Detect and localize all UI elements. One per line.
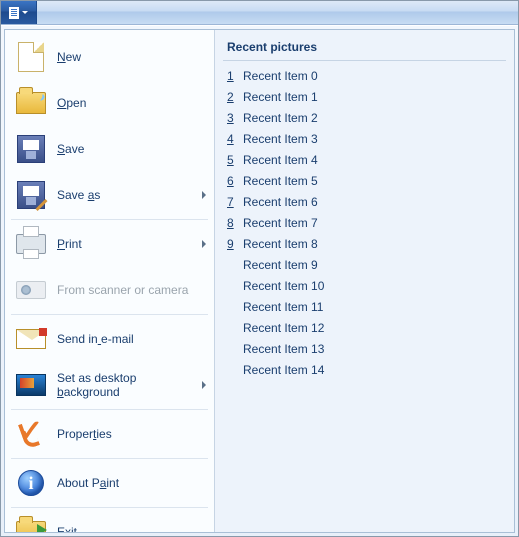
open-icon [15,87,47,119]
menu-item-setbg[interactable]: Set as desktop background [5,362,214,408]
save-icon [15,133,47,165]
menu-inner: New Open Save Save as Print From scanner or c… [4,29,515,533]
recent-item-label: Recent Item 7 [243,216,318,230]
menu-item-props[interactable]: Properties [5,411,214,457]
recent-item[interactable]: 7Recent Item 6 [223,191,506,212]
saveas-icon [15,179,47,211]
recent-item-label: Recent Item 5 [243,174,318,188]
recent-item[interactable]: Recent Item 12 [223,317,506,338]
recent-item-label: Recent Item 2 [243,111,318,125]
recent-item-label: Recent Item 13 [243,342,324,356]
recent-item-label: Recent Item 12 [243,321,324,335]
recent-item-number: 8 [227,216,243,230]
recent-item-number: 4 [227,132,243,146]
new-icon [15,41,47,73]
menu-item-label: Save as [57,188,196,202]
application-menu-button[interactable] [1,1,37,24]
menu-item-new[interactable]: New [5,34,214,80]
scan-icon [15,274,47,306]
dropdown-caret-icon [22,11,28,14]
menu-separator [11,507,208,508]
recent-list: 1Recent Item 02Recent Item 13Recent Item… [223,65,506,380]
recent-item-label: Recent Item 3 [243,132,318,146]
submenu-arrow-icon [202,191,206,199]
menu-item-label: Save [57,142,206,156]
recent-item[interactable]: 9Recent Item 8 [223,233,506,254]
menu-item-saveas[interactable]: Save as [5,172,214,218]
menu-separator [11,409,208,410]
recent-item-label: Recent Item 6 [243,195,318,209]
recent-item[interactable]: 4Recent Item 3 [223,128,506,149]
recent-item-label: Recent Item 11 [243,300,323,314]
recent-item-label: Recent Item 9 [243,258,318,272]
recent-title: Recent pictures [223,36,506,61]
menu-item-label: From scanner or camera [57,283,206,297]
print-icon [15,228,47,260]
recent-item-label: Recent Item 0 [243,69,318,83]
menu-separator [11,458,208,459]
props-icon [15,418,47,450]
menu-item-scan: From scanner or camera [5,267,214,313]
submenu-arrow-icon [202,381,206,389]
menu-item-label: Print [57,237,196,251]
recent-item[interactable]: 5Recent Item 4 [223,149,506,170]
menu-item-label: Open [57,96,206,110]
menu-item-label: Exit [57,525,206,532]
menu-item-about[interactable]: About Paint [5,460,214,506]
recent-item[interactable]: 8Recent Item 7 [223,212,506,233]
recent-item[interactable]: Recent Item 14 [223,359,506,380]
menu-separator [11,219,208,220]
menu-item-label: About Paint [57,476,206,490]
recent-item-label: Recent Item 8 [243,237,318,251]
recent-item[interactable]: Recent Item 13 [223,338,506,359]
recent-item-number: 3 [227,111,243,125]
recent-item-number: 6 [227,174,243,188]
recent-item[interactable]: Recent Item 11 [223,296,506,317]
menu-separator [11,314,208,315]
menu-item-label: New [57,50,206,64]
paint-application-menu: New Open Save Save as Print From scanner or c… [0,0,519,537]
ribbon-header [1,1,518,25]
menu-item-exit[interactable]: Exit [5,509,214,532]
recent-item-number: 2 [227,90,243,104]
recent-item[interactable]: Recent Item 10 [223,275,506,296]
recent-item[interactable]: 2Recent Item 1 [223,86,506,107]
recent-item-number: 7 [227,195,243,209]
recent-item-label: Recent Item 4 [243,153,318,167]
recent-item-label: Recent Item 14 [243,363,324,377]
recent-item-number: 1 [227,69,243,83]
menu-item-print[interactable]: Print [5,221,214,267]
menu-body: New Open Save Save as Print From scanner or c… [1,25,518,536]
exit-icon [15,516,47,532]
mail-icon [15,323,47,355]
main-menu-pane: New Open Save Save as Print From scanner or c… [5,30,215,532]
desktop-icon [15,369,47,401]
submenu-arrow-icon [202,240,206,248]
menu-item-label: Set as desktop background [57,371,196,399]
menu-item-save[interactable]: Save [5,126,214,172]
recent-item[interactable]: 6Recent Item 5 [223,170,506,191]
menu-item-open[interactable]: Open [5,80,214,126]
recent-item-number: 5 [227,153,243,167]
recent-item[interactable]: 1Recent Item 0 [223,65,506,86]
recent-item-number: 9 [227,237,243,251]
recent-item-label: Recent Item 1 [243,90,318,104]
document-icon [9,7,19,19]
about-icon [15,467,47,499]
recent-item[interactable]: Recent Item 9 [223,254,506,275]
menu-item-sendmail[interactable]: Send in e-mail [5,316,214,362]
menu-item-label: Send in e-mail [57,332,206,346]
recent-item[interactable]: 3Recent Item 2 [223,107,506,128]
recent-item-label: Recent Item 10 [243,279,324,293]
recent-pane: Recent pictures 1Recent Item 02Recent It… [215,30,514,532]
menu-item-label: Properties [57,427,206,441]
